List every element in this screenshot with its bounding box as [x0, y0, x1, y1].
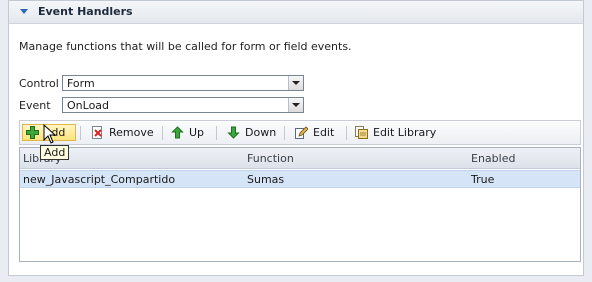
description-text: Manage functions that will be called for… — [19, 40, 352, 53]
green-plus-icon — [26, 126, 39, 139]
event-select-value: OnLoad — [67, 99, 110, 112]
toolbar-separator — [284, 126, 285, 140]
toolbar-separator — [346, 126, 347, 140]
event-select[interactable]: OnLoad — [62, 97, 304, 113]
control-select[interactable]: Form — [62, 75, 304, 91]
section-header[interactable]: Event Handlers — [9, 1, 583, 24]
handlers-toolbar: Add Remove Up Down Edit Edit Library — [19, 120, 581, 145]
chevron-down-icon[interactable] — [288, 98, 303, 112]
handlers-grid: Library Function Enabled new_Javascript_… — [19, 147, 581, 262]
green-up-arrow-icon — [171, 126, 184, 139]
column-header-enabled[interactable]: Enabled — [471, 152, 515, 165]
add-tooltip: Add — [40, 145, 70, 160]
mouse-pointer-icon — [43, 124, 56, 144]
edit-button-label: Edit — [313, 126, 335, 139]
red-x-document-icon — [91, 126, 104, 139]
control-label: Control — [19, 77, 59, 90]
control-select-value: Form — [67, 77, 95, 90]
down-button-label: Down — [245, 126, 277, 139]
toolbar-separator — [162, 126, 163, 140]
up-button-label: Up — [189, 126, 205, 139]
table-row[interactable]: new_Javascript_Compartido Sumas True — [20, 170, 580, 188]
section-title: Event Handlers — [38, 5, 133, 18]
edit-library-button[interactable]: Edit Library — [352, 124, 439, 141]
remove-button-label: Remove — [109, 126, 154, 139]
remove-button[interactable]: Remove — [88, 124, 157, 141]
edit-button[interactable]: Edit — [292, 124, 337, 141]
grid-header: Library Function Enabled — [20, 148, 580, 169]
cell-library: new_Javascript_Compartido — [23, 173, 176, 186]
collapse-icon[interactable] — [20, 9, 28, 14]
column-header-function[interactable]: Function — [247, 152, 294, 165]
edit-library-button-label: Edit Library — [373, 126, 437, 139]
down-button[interactable]: Down — [224, 124, 279, 141]
chevron-down-icon[interactable] — [288, 76, 303, 90]
toolbar-separator — [216, 126, 217, 140]
pencil-document-icon — [295, 126, 309, 139]
cell-function: Sumas — [247, 173, 285, 186]
library-document-icon — [355, 126, 368, 139]
event-handlers-panel: Event Handlers Manage functions that wil… — [8, 0, 584, 276]
event-label: Event — [19, 99, 51, 112]
green-down-arrow-icon — [227, 126, 240, 139]
up-button[interactable]: Up — [168, 124, 207, 141]
toolbar-separator — [80, 126, 81, 140]
cell-enabled: True — [471, 173, 495, 186]
